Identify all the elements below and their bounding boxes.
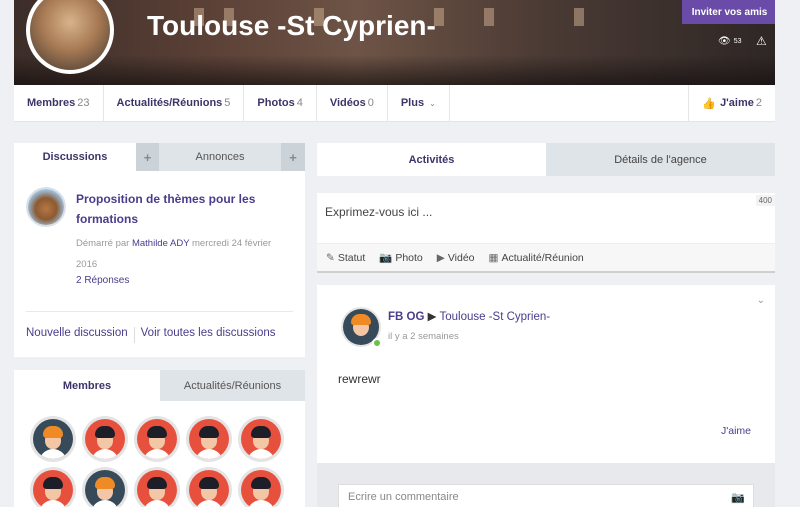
tab-annonces[interactable]: Annonces [159, 143, 281, 171]
group-nav: Membres 23 Actualités/Réunions 5 Photos 4 V… [14, 85, 775, 122]
group-banner: Toulouse -St Cyprien- Inviter vos amis 👁… [14, 0, 775, 85]
nav-tab-news[interactable]: Actualités/Réunions 5 [104, 85, 245, 121]
post-author-link[interactable]: FB OG [388, 311, 424, 323]
like-count: 2 [755, 97, 762, 109]
discussion-meta: Démarré par Mathilde ADY mercredi 24 fév… [76, 233, 291, 275]
play-arrow-icon: ▶ [427, 311, 437, 323]
post-author-avatar[interactable] [341, 307, 382, 348]
post-header: FB OG ▶ Toulouse -St Cyprien- [388, 309, 550, 323]
calendar-icon: ▦ [488, 251, 499, 264]
discussion-avatar[interactable] [26, 187, 66, 227]
banner-decoration [574, 8, 584, 26]
post-like-button[interactable]: J'aime [721, 425, 751, 437]
tab-members[interactable]: Membres [14, 370, 160, 401]
composer-actions: ✎ Statut 📷 Photo ▶ Vidéo ▦ Actualité/Réunion [317, 243, 775, 273]
invite-friends-button[interactable]: Inviter vos amis [682, 0, 775, 24]
started-by-label: Démarré par [76, 238, 130, 249]
action-news[interactable]: ▦ Actualité/Réunion [489, 252, 584, 264]
action-label: Photo [395, 252, 423, 264]
comment-area: Ecrire un commentaire 📷 [317, 463, 775, 507]
group-like-button[interactable]: 👍 J'aime 2 [688, 85, 775, 121]
group-avatar-image [30, 0, 110, 70]
member-avatar[interactable] [238, 467, 284, 507]
activity-post: ⌄ FB OG ▶ Toulouse -St Cyprien- il y a 2… [317, 285, 775, 463]
discussion-author-link[interactable]: Mathilde ADY [132, 238, 189, 249]
nav-tab-videos[interactable]: Vidéos 0 [317, 85, 388, 121]
status-composer: Exprimez-vous ici ... 400 ✎ Statut 📷 Photo… [317, 193, 775, 273]
tab-activities[interactable]: Activités [317, 143, 546, 176]
post-timestamp: il y a 2 semaines [388, 331, 459, 342]
nav-tab-label: Photos [257, 97, 295, 109]
discussions-panel: Discussions + Annonces + Proposition de … [14, 143, 305, 357]
chevron-down-icon: ⌄ [429, 98, 436, 108]
like-label: J'aime [720, 97, 754, 109]
member-avatar[interactable] [186, 467, 232, 507]
discussions-tabs: Discussions + Annonces + [14, 143, 305, 171]
member-avatar[interactable] [134, 467, 180, 507]
new-discussion-link[interactable]: Nouvelle discussion [26, 327, 128, 343]
post-options-chevron-icon[interactable]: ⌄ [757, 295, 765, 306]
comment-placeholder: Ecrire un commentaire [348, 491, 459, 503]
char-counter: 400 [755, 195, 775, 206]
nav-tab-count: 4 [296, 97, 303, 109]
see-all-discussions-link[interactable]: Voir toutes les discussions [141, 327, 276, 343]
status-input[interactable]: Exprimez-vous ici ... [325, 205, 432, 219]
nav-tab-count: 23 [77, 97, 90, 109]
member-avatar[interactable] [238, 416, 284, 462]
views-counter: 👁 53 [718, 36, 742, 47]
add-discussion-plus[interactable]: + [136, 143, 159, 171]
divider [26, 311, 293, 312]
members-tabs: Membres Actualités/Réunions [14, 370, 305, 401]
discussion-avatar-image [28, 189, 64, 225]
activity-tabs: Activités Détails de l'agence [317, 143, 775, 176]
nav-tab-count: 5 [224, 97, 231, 109]
camera-icon[interactable]: 📷 [731, 491, 745, 504]
post-content: rewrewr [338, 372, 381, 386]
action-photo[interactable]: 📷 Photo [379, 251, 423, 264]
tab-members-news[interactable]: Actualités/Réunions [160, 370, 305, 401]
members-panel: Membres Actualités/Réunions [14, 370, 305, 507]
nav-tab-label: Actualités/Réunions [116, 97, 223, 109]
group-title: Toulouse -St Cyprien- [147, 10, 436, 41]
member-avatar[interactable] [30, 416, 76, 462]
nav-tab-more[interactable]: Plus ⌄ [388, 85, 450, 121]
action-label: Vidéo [447, 251, 475, 264]
discussion-links: Nouvelle discussion Voir toutes les disc… [26, 327, 276, 343]
member-avatar[interactable] [186, 416, 232, 462]
report-warning-icon[interactable]: ⚠ [756, 34, 767, 48]
nav-tab-count: 0 [367, 97, 374, 109]
tab-discussions[interactable]: Discussions [14, 143, 136, 171]
nav-tab-label: Plus [400, 97, 425, 109]
nav-tab-label: Membres [27, 97, 76, 109]
eye-icon: 👁 [718, 36, 731, 47]
nav-tab-photos[interactable]: Photos 4 [244, 85, 317, 121]
nav-tab-members[interactable]: Membres 23 [14, 85, 104, 121]
action-video[interactable]: ▶ Vidéo [437, 252, 475, 264]
nav-tab-label: Vidéos [329, 97, 366, 109]
pencil-icon: ✎ [326, 251, 335, 264]
banner-floor [14, 55, 775, 85]
post-target-link[interactable]: Toulouse -St Cyprien- [439, 311, 550, 323]
online-status-dot [372, 338, 382, 348]
comment-input[interactable]: Ecrire un commentaire 📷 [338, 484, 754, 507]
discussion-replies-link[interactable]: 2 Réponses [76, 275, 129, 286]
video-icon: ▶ [436, 251, 445, 264]
tab-agency-details[interactable]: Détails de l'agence [546, 143, 775, 176]
action-label: Statut [337, 251, 366, 264]
member-avatar-grid [30, 416, 285, 507]
banner-decoration [484, 8, 494, 26]
discussion-title[interactable]: Proposition de thèmes pour les formation… [76, 189, 301, 229]
views-count: 53 [733, 38, 742, 45]
link-separator [133, 327, 135, 343]
action-status[interactable]: ✎ Statut [326, 252, 365, 264]
action-label: Actualité/Réunion [501, 251, 584, 264]
member-avatar[interactable] [134, 416, 180, 462]
member-avatar[interactable] [82, 467, 128, 507]
member-avatar[interactable] [82, 416, 128, 462]
member-avatar[interactable] [30, 467, 76, 507]
thumbs-up-icon: 👍 [702, 97, 717, 110]
add-annonce-plus[interactable]: + [281, 143, 305, 171]
camera-icon: 📷 [379, 252, 393, 264]
